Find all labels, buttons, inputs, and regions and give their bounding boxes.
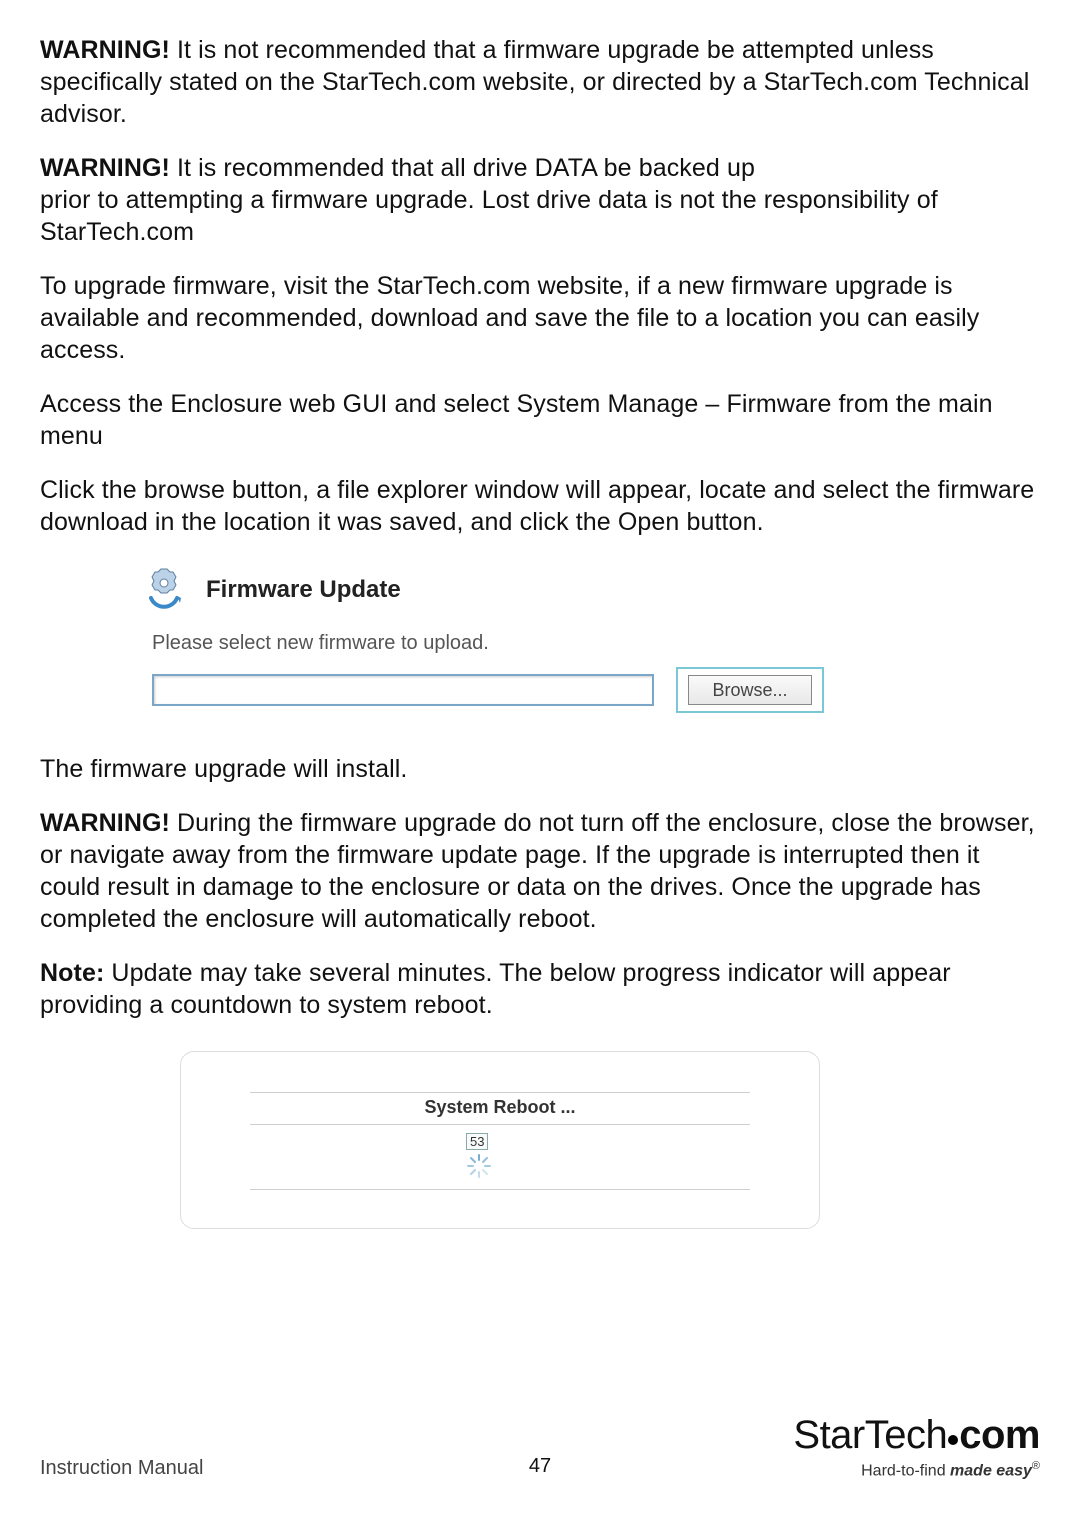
logo-text-main: StarTech xyxy=(793,1413,947,1458)
page-number: 47 xyxy=(529,1455,551,1478)
registered-mark: ® xyxy=(1032,1460,1040,1472)
system-reboot-title: System Reboot ... xyxy=(250,1097,750,1118)
warning-1-label: WARNING! xyxy=(40,36,170,64)
brand-block: StarTech com Hard-to-find made easy® xyxy=(793,1413,1040,1480)
brand-tagline: Hard-to-find made easy® xyxy=(793,1460,1040,1480)
warning-3: WARNING! During the firmware upgrade do … xyxy=(40,807,1040,935)
gear-refresh-icon xyxy=(140,566,188,614)
paragraph-click-browse: Click the browse button, a file explorer… xyxy=(40,474,1040,538)
warning-1: WARNING! It is not recommended that a fi… xyxy=(40,34,1040,130)
startech-logo: StarTech com xyxy=(793,1413,1040,1458)
divider xyxy=(250,1092,750,1093)
note-text: Update may take several minutes. The bel… xyxy=(40,959,951,1019)
firmware-update-title: Firmware Update xyxy=(206,576,401,604)
note-paragraph: Note: Update may take several minutes. T… xyxy=(40,957,1040,1021)
warning-2-label: WARNING! xyxy=(40,154,170,182)
note-label: Note: xyxy=(40,959,104,987)
warning-2-line2: prior to attempting a firmware upgrade. … xyxy=(40,186,938,246)
reboot-progress-area: 53 xyxy=(250,1125,750,1189)
manual-page: WARNING! It is not recommended that a fi… xyxy=(0,0,1080,1522)
page-footer: Instruction Manual StarTech com Hard-to-f… xyxy=(40,1413,1040,1480)
reboot-countdown: 53 xyxy=(466,1133,488,1150)
warning-1-text: It is not recommended that a firmware up… xyxy=(40,36,1029,128)
firmware-update-header: Firmware Update xyxy=(140,566,860,614)
paragraph-install: The firmware upgrade will install. xyxy=(40,753,1040,785)
loading-spinner-icon xyxy=(466,1153,492,1179)
logo-text-suffix: com xyxy=(959,1413,1040,1458)
paragraph-access-gui: Access the Enclosure web GUI and select … xyxy=(40,388,1040,452)
firmware-path-input[interactable] xyxy=(152,674,654,706)
warning-3-text: During the firmware upgrade do not turn … xyxy=(40,809,1035,933)
paragraph-upgrade-download: To upgrade firmware, visit the StarTech.… xyxy=(40,270,1040,366)
warning-2-line1: It is recommended that all drive DATA be… xyxy=(170,154,755,182)
footer-left-text: Instruction Manual xyxy=(40,1457,203,1480)
firmware-select-label: Please select new firmware to upload. xyxy=(152,632,860,655)
warning-2: WARNING! It is recommended that all driv… xyxy=(40,152,1040,248)
divider xyxy=(250,1189,750,1190)
system-reboot-figure: System Reboot ... 53 xyxy=(180,1051,820,1229)
tagline-prefix: Hard-to-find xyxy=(861,1462,950,1479)
warning-3-label: WARNING! xyxy=(40,809,170,837)
browse-highlight: Browse... xyxy=(676,667,824,713)
firmware-input-row: Browse... xyxy=(152,667,860,713)
browse-button[interactable]: Browse... xyxy=(688,675,812,705)
tagline-em: made easy xyxy=(950,1462,1032,1479)
firmware-update-figure: Firmware Update Please select new firmwa… xyxy=(140,566,860,713)
logo-dot-icon xyxy=(948,1435,958,1445)
